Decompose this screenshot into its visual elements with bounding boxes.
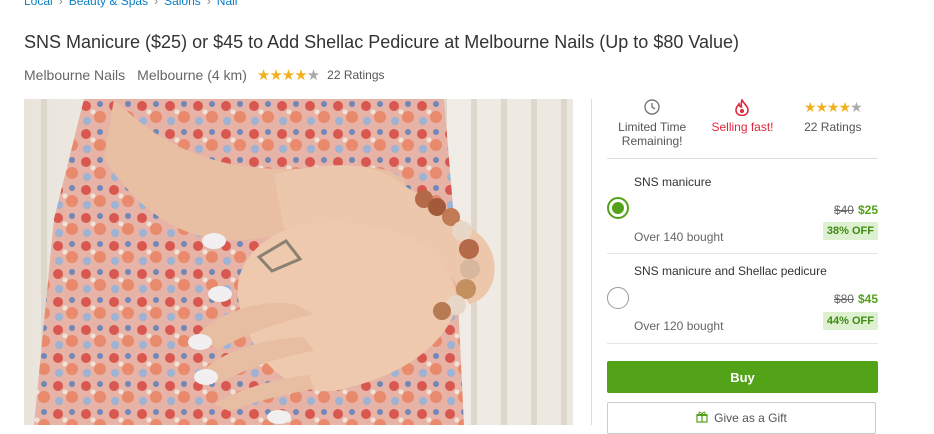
star-icon: ★ <box>269 67 282 84</box>
buy-button[interactable]: Buy <box>607 361 878 393</box>
deal-option[interactable]: SNS manicure $40 $25 Over 140 bought 38% … <box>607 159 878 254</box>
selling-fast-label: Selling fast! <box>711 120 774 134</box>
star-icon: ★ <box>294 67 307 84</box>
option-price: $40 $25 <box>834 203 878 217</box>
merchant-location[interactable]: Melbourne (4 km) <box>137 67 247 83</box>
deal-option[interactable]: SNS manicure and Shellac pedicure $80 $45… <box>607 254 878 344</box>
half-star-icon: ★ <box>306 67 320 84</box>
selling-fast-info: Selling fast! <box>697 96 787 158</box>
original-price: $80 <box>833 292 854 306</box>
star-icon: ★ <box>827 99 840 115</box>
star-icon: ★ <box>803 99 817 115</box>
limited-time-label: Limited Time Remaining! <box>618 120 687 148</box>
breadcrumb-local[interactable]: Local <box>24 0 53 8</box>
gift-icon <box>696 411 708 433</box>
breadcrumb-nail[interactable]: Nail <box>217 0 238 8</box>
limited-time-info: Limited Time Remaining! <box>607 96 697 158</box>
ratings-count[interactable]: 22 Ratings <box>327 68 384 82</box>
breadcrumb: Local › Beauty & Spas › Salons › Nail <box>24 0 237 8</box>
breadcrumb-separator: › <box>154 0 159 8</box>
deal-meta: Melbourne Nails Melbourne (4 km) ★ ★ ★ ★… <box>24 66 385 84</box>
photo-hands-ring-illustration <box>24 99 573 425</box>
breadcrumb-beauty-spas[interactable]: Beauty & Spas <box>69 0 148 8</box>
option-title: SNS manicure and Shellac pedicure <box>634 264 827 278</box>
deal-title: SNS Manicure ($25) or $45 to Add Shellac… <box>24 32 740 52</box>
clock-icon <box>644 96 660 118</box>
star-icon: ★ <box>256 67 270 84</box>
half-star-icon: ★ <box>850 99 863 115</box>
deal-info-row: Limited Time Remaining! Selling fast! ★ ★… <box>607 96 878 159</box>
option-price: $80 $45 <box>834 292 878 306</box>
ratings-count: 22 Ratings <box>804 120 862 134</box>
rating-stars: ★ ★ ★ ★ ★ <box>803 96 863 118</box>
discounted-price: $45 <box>857 292 878 306</box>
deal-photo[interactable] <box>24 99 573 425</box>
merchant-name[interactable]: Melbourne Nails <box>24 67 125 83</box>
option-radio[interactable] <box>607 287 629 309</box>
gift-button[interactable]: Give as a Gift <box>607 402 876 434</box>
option-radio-selected[interactable] <box>607 197 629 219</box>
breadcrumb-separator: › <box>206 0 211 8</box>
gift-label: Give as a Gift <box>714 411 787 425</box>
discounted-price: $25 <box>857 203 878 217</box>
flame-icon <box>735 96 750 118</box>
discount-badge: 38% OFF <box>822 222 878 240</box>
star-icon: ★ <box>815 99 828 115</box>
original-price: $40 <box>833 203 854 217</box>
option-title: SNS manicure <box>634 175 712 189</box>
breadcrumb-salons[interactable]: Salons <box>164 0 201 8</box>
ratings-info[interactable]: ★ ★ ★ ★ ★ 22 Ratings <box>788 96 878 158</box>
panel-divider <box>591 99 592 425</box>
rating-stars[interactable]: ★ ★ ★ ★ ★ <box>256 66 320 84</box>
bought-count: Over 140 bought <box>634 230 724 244</box>
star-icon: ★ <box>838 99 852 115</box>
star-icon: ★ <box>281 67 295 84</box>
discount-badge: 44% OFF <box>822 312 878 330</box>
bought-count: Over 120 bought <box>634 319 724 333</box>
breadcrumb-separator: › <box>58 0 63 8</box>
